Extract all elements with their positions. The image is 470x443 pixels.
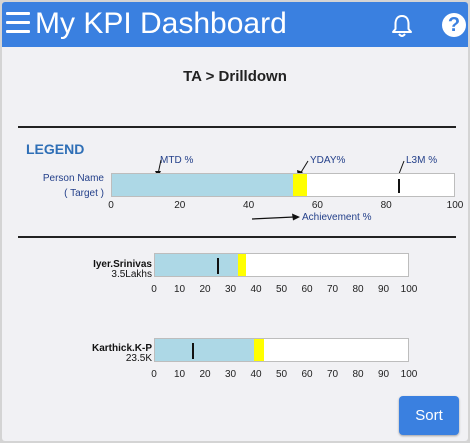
app-title: My KPI Dashboard [35,7,287,40]
legend-axis-ticks: 0 20 40 60 80 100 [108,200,463,214]
yday-segment [253,339,264,361]
achievement-bar [154,338,409,362]
legend-axis-tick-label: 80 [380,200,392,211]
legend-axis-tick-label: 100 [446,200,464,211]
axis-tick-label: 100 [400,369,418,380]
achievement-axis-label: Achievement % [302,212,372,223]
app-bar: My KPI Dashboard ? [2,2,468,47]
axis-tick-label: 80 [352,284,364,295]
axis-tick-label: 80 [352,369,364,380]
axis-tick-label: 30 [224,284,237,295]
axis-tick-label: 20 [199,284,211,295]
yday-segment [238,254,247,276]
legend-target: ( Target ) [64,188,104,199]
divider [18,126,456,128]
legend-axis-tick-label: 0 [108,200,114,211]
axis-tick-label: 40 [250,369,262,380]
bell-icon[interactable] [391,14,413,38]
axis-tick-label: 70 [326,284,339,295]
legend-title: LEGEND [26,141,85,157]
legend-l3m-marker [398,179,401,193]
axis-tick-label: 50 [275,284,288,295]
axis-tick-label: 100 [400,284,418,295]
page-title: TA > Drilldown [183,68,287,85]
app-frame: My KPI Dashboard ? TA > Drilldown LEGEND… [2,2,468,441]
axis-tick-label: 0 [151,369,157,380]
person-target: 23.5K [125,353,152,364]
axis-tick-label: 10 [173,284,186,295]
divider [18,236,456,238]
axis-tick-label: 10 [173,369,186,380]
axis-tick-label: 60 [301,369,313,380]
legend-mtd-segment [112,174,294,196]
axis-ticks: 0 10 20 30 40 50 60 70 80 90 100 [151,284,417,298]
l3m-marker [217,258,220,274]
legend-axis-tick-label: 60 [311,200,323,211]
mtd-segment [155,254,239,276]
legend-yday-segment [293,174,307,196]
l3m-label: L3M % [406,155,438,166]
axis-tick-label: 50 [275,369,288,380]
axis-tick-label: 90 [377,284,390,295]
legend-person-name: Person Name [42,173,104,184]
hamburger-menu-icon[interactable] [6,11,30,35]
question-mark-icon[interactable]: ? [442,13,466,37]
axis-tick-label: 30 [224,369,237,380]
achievement-arrow-icon [251,213,300,221]
axis-tick-label: 60 [301,284,313,295]
sort-button[interactable]: Sort [399,396,459,435]
axis-tick-label: 40 [250,284,262,295]
legend-bar [111,173,455,197]
yday-label: YDAY% [310,155,346,166]
l3m-marker [191,343,194,359]
mtd-segment [155,339,254,361]
axis-tick-label: 70 [326,369,339,380]
achievement-bar [154,253,409,277]
axis-tick-label: 0 [151,284,157,295]
axis-tick-label: 90 [377,369,390,380]
axis-tick-label: 20 [199,369,211,380]
legend-axis-tick-label: 40 [243,200,255,211]
axis-ticks: 0 10 20 30 40 50 60 70 80 90 100 [151,369,417,383]
person-target: 3.5Lakhs [111,269,152,280]
legend-axis-tick-label: 20 [174,200,186,211]
